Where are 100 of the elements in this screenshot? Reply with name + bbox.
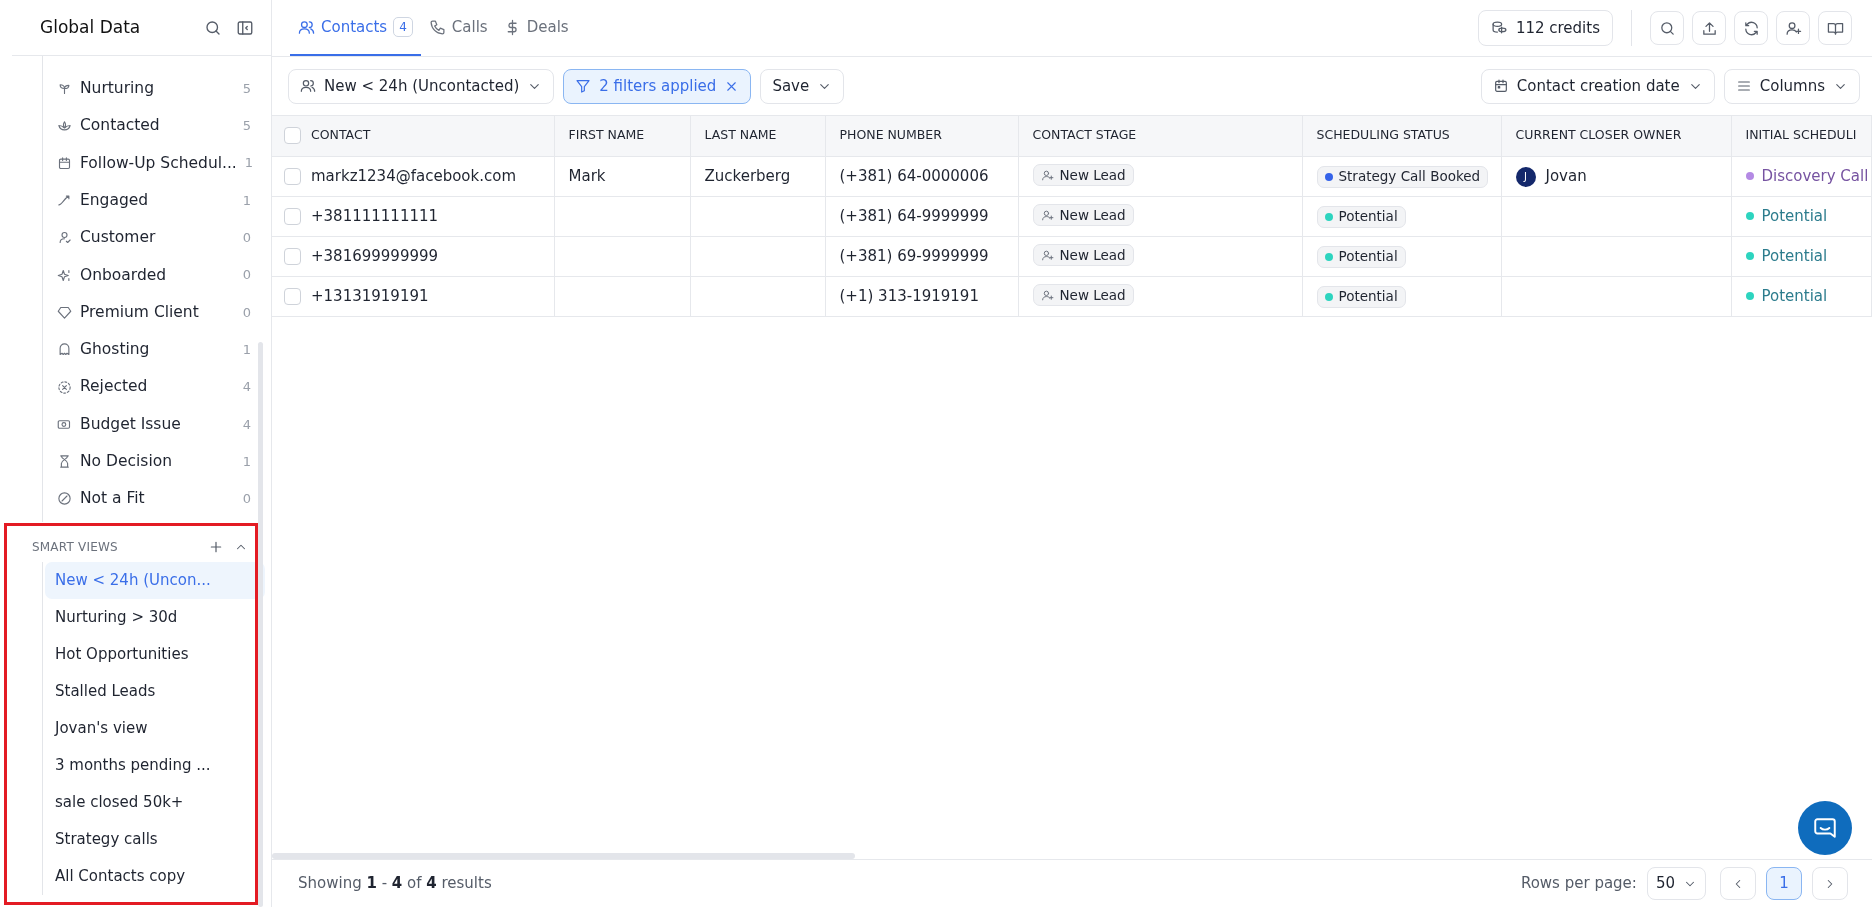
stage-tag: New Lead [1032,164,1134,186]
x-circle-icon [57,379,72,395]
column-header: CURRENT CLOSER OWNER [1515,127,1682,143]
ghost-icon [57,342,72,358]
users-icon [300,78,316,94]
sidebar-title: Global Data [40,15,142,39]
search-icon [204,18,222,37]
row-checkbox[interactable] [284,167,301,185]
table-cell: +381111111111 [311,206,439,225]
page-button[interactable]: 1 [1766,867,1802,900]
user-check-icon [57,230,72,246]
status-tag: Potential [1316,205,1406,228]
panel-icon [236,18,254,37]
chat-icon [1812,815,1838,841]
date-filter-dropdown[interactable]: Contact creation date [1480,68,1715,104]
sprout-icon [57,81,72,97]
smart-view-item[interactable]: Strategy calls [45,820,265,858]
credits-button[interactable]: 112 credits [1477,10,1613,46]
refresh-button[interactable] [1734,11,1768,45]
columns-dropdown[interactable]: Columns [1723,68,1860,104]
user-plus-icon [1040,208,1054,222]
slash-circle-icon [57,491,72,507]
stage-item[interactable]: Onboarded 0 [43,256,271,294]
smart-view-item[interactable]: 3 months pending ... [45,746,265,784]
table-cell: (+1) 313-1919191 [839,286,979,305]
smart-view-item[interactable]: Nurturing > 30d [45,598,265,636]
stage-item[interactable]: No Decision 1 [43,442,271,481]
status-tag: Potential [1316,245,1406,268]
stage-item[interactable]: Follow-Up Schedul... 1 [43,144,271,182]
user-plus-icon [1784,19,1802,37]
stage-tag: New Lead [1032,204,1134,226]
column-header: LAST NAME [704,127,777,143]
filters-chip[interactable]: 2 filters applied [563,68,752,104]
stage-item[interactable]: Not a Fit 0 [43,480,271,518]
stage-item[interactable]: Customer 0 [43,219,271,257]
diamond-icon [57,304,72,320]
refresh-icon [1742,19,1760,37]
smart-view-item[interactable]: All Contacts copy [45,857,265,895]
status-tag: Strategy Call Booked [1316,165,1489,188]
tab[interactable]: Calls [420,0,496,56]
column-header: INITIAL SCHEDULI [1745,127,1857,143]
table-cell: +381699999999 [311,246,439,265]
smart-view-item[interactable]: Jovan's view [45,709,265,747]
table-cell: (+381) 64-0000006 [839,166,989,185]
export-button[interactable] [1692,11,1726,45]
owner-name: Jovan [1545,166,1587,188]
upload-icon [1700,19,1718,37]
results-summary: Showing 1 - 4 of 4 results [298,873,492,895]
phone-icon [428,18,446,36]
user-plus-icon [1040,248,1054,262]
lotus-icon [57,118,72,134]
table-cell: +13131919191 [311,286,429,305]
search-button[interactable] [1650,11,1684,45]
column-header: FIRST NAME [568,127,645,143]
stage-item[interactable]: Nurturing 5 [43,70,271,108]
stage-item[interactable]: Engaged 1 [43,181,271,220]
column-header: CONTACT STAGE [1032,127,1137,143]
smart-view-item[interactable]: Stalled Leads [45,672,265,710]
stage-item[interactable]: Ghosting 1 [43,331,271,369]
user-plus-icon [1040,168,1054,182]
column-header: CONTACT [311,127,371,143]
section-heading: SMART VIEWS [32,538,119,556]
table-cell: Mark [568,166,606,185]
rows-per-page-select[interactable]: 50 [1646,867,1706,900]
view-dropdown[interactable]: New < 24h (Uncontacted) [288,68,555,104]
tab[interactable]: Deals [495,0,577,56]
status-tag: Potential [1316,285,1406,308]
save-button[interactable]: Save [760,68,845,104]
row-checkbox[interactable] [284,207,301,225]
status-text: Potential [1761,206,1828,228]
chat-button[interactable] [1798,801,1852,855]
table-cell: (+381) 69-9999999 [839,246,989,265]
stage-tag: New Lead [1032,284,1134,306]
row-checkbox[interactable] [284,247,301,265]
status-text: Potential [1761,286,1828,308]
select-all-checkbox[interactable] [284,127,301,145]
stage-tag: New Lead [1032,244,1134,266]
menu-icon [1735,78,1752,94]
sparkle-icon [57,267,72,283]
tab-count: 4 [393,17,413,37]
avatar: J [1515,166,1536,187]
stage-item[interactable]: Premium Client 0 [43,293,271,332]
add-contact-button[interactable] [1776,11,1810,45]
status-text: Potential [1761,246,1828,268]
smart-view-item[interactable]: Hot Opportunities [45,635,265,673]
stage-item[interactable]: Contacted 5 [43,107,271,145]
stage-item[interactable]: Rejected 4 [43,368,271,406]
row-checkbox[interactable] [284,287,301,305]
calendar-icon [57,155,72,171]
table-cell: markz1234@facebook.com [311,166,517,185]
smart-view-item[interactable]: New < 24h (Uncon... [45,561,265,599]
tab[interactable]: Contacts 4 [290,0,421,56]
search-icon [1658,19,1676,37]
column-header: SCHEDULING STATUS [1316,127,1450,143]
docs-button[interactable] [1818,11,1852,45]
user-plus-icon [1040,288,1054,302]
hourglass-icon [57,454,72,470]
stage-item[interactable]: Budget Issue 4 [43,405,271,443]
column-header: PHONE NUMBER [839,127,942,143]
smart-view-item[interactable]: sale closed 50k+ [45,783,265,821]
